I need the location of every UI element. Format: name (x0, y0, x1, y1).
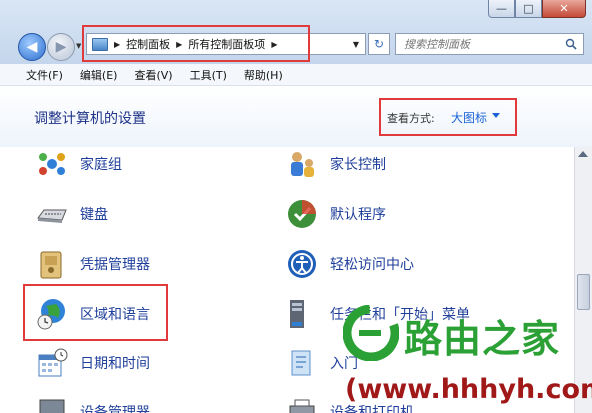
menu-tools[interactable]: 工具(T) (190, 67, 227, 83)
item-label[interactable]: 键盘 (80, 204, 108, 224)
search-box[interactable] (395, 33, 584, 55)
view-by-label: 查看方式: (387, 112, 435, 125)
menu-help[interactable]: 帮助(H) (244, 67, 283, 83)
address-bar[interactable]: ▶ 控制面板 ▶ 所有控制面板项 ▶ ▼ (86, 33, 366, 55)
view-by-dropdown[interactable]: 大图标 (451, 109, 487, 126)
watermark-url: (www.hhhyh.com) (345, 374, 592, 405)
watermark-logo-icon (343, 305, 399, 361)
item-parental-controls[interactable]: 家长控制 (286, 148, 386, 180)
breadcrumb-all-items[interactable]: 所有控制面板项 (188, 36, 265, 52)
item-label[interactable]: 家庭组 (80, 154, 122, 174)
window-chrome: — □ ✕ ◀ ▶ ▼ ▶ 控制面板 ▶ 所有控制面板项 ▶ ▼ ↻ (0, 0, 592, 64)
close-button[interactable]: ✕ (542, 0, 586, 18)
menu-view[interactable]: 查看(V) (134, 67, 172, 83)
region-highlight-box (23, 284, 168, 341)
ease-of-access-icon (288, 250, 316, 278)
taskbar-icon (290, 300, 304, 328)
item-label[interactable]: 日期和时间 (80, 353, 150, 373)
breadcrumb-chevron-icon[interactable]: ▶ (114, 40, 120, 49)
item-label[interactable]: 家长控制 (330, 154, 386, 174)
breadcrumb-control-panel[interactable]: 控制面板 (126, 36, 170, 52)
forward-arrow-icon: ▶ (55, 39, 67, 55)
getting-started-icon (291, 350, 311, 376)
item-label[interactable]: 默认程序 (330, 204, 386, 224)
back-button[interactable]: ◀ (18, 33, 46, 61)
view-by-caret-icon[interactable] (492, 113, 500, 118)
menu-bar: 文件(F) 编辑(E) 查看(V) 工具(T) 帮助(H) (0, 64, 592, 86)
window-controls: — □ ✕ (488, 0, 586, 18)
devices-printers-icon (289, 399, 315, 413)
breadcrumb-chevron-icon[interactable]: ▶ (271, 40, 277, 49)
homegroup-icon (39, 153, 65, 175)
default-programs-icon (288, 200, 316, 228)
item-credential-manager[interactable]: 凭据管理器 (36, 248, 150, 280)
back-arrow-icon: ◀ (26, 39, 38, 55)
item-device-manager[interactable]: 设备管理器 (36, 396, 150, 413)
history-dropdown-icon[interactable]: ▼ (76, 42, 81, 50)
credential-manager-icon (40, 251, 62, 279)
menu-edit[interactable]: 编辑(E) (80, 67, 118, 83)
scroll-up-icon[interactable] (578, 151, 588, 157)
minimize-button[interactable]: — (488, 0, 515, 18)
parental-controls-icon (291, 152, 314, 177)
date-time-icon (38, 348, 68, 377)
item-label[interactable]: 凭据管理器 (80, 254, 150, 274)
device-manager-icon (39, 399, 65, 413)
control-panel-icon (92, 37, 108, 51)
search-input[interactable] (404, 37, 564, 51)
maximize-button[interactable]: □ (515, 0, 542, 18)
item-ease-of-access[interactable]: 轻松访问中心 (286, 248, 414, 280)
keyboard-icon (37, 209, 67, 223)
refresh-icon: ↻ (373, 37, 385, 51)
item-label[interactable]: 轻松访问中心 (330, 254, 414, 274)
item-default-programs[interactable]: 默认程序 (286, 198, 386, 230)
refresh-button[interactable]: ↻ (368, 33, 390, 55)
menu-file[interactable]: 文件(F) (26, 67, 63, 83)
watermark-brand: 路由之家 (404, 316, 561, 361)
address-dropdown-icon[interactable]: ▼ (353, 40, 359, 49)
search-icon[interactable] (565, 38, 577, 50)
item-date-time[interactable]: 日期和时间 (36, 347, 150, 379)
item-homegroup[interactable]: 家庭组 (36, 148, 122, 180)
scroll-thumb[interactable] (577, 274, 590, 310)
page-title: 调整计算机的设置 (34, 111, 146, 127)
item-keyboard[interactable]: 键盘 (36, 198, 108, 230)
item-label[interactable]: 设备管理器 (80, 402, 150, 413)
breadcrumb-chevron-icon[interactable]: ▶ (176, 40, 182, 49)
forward-button[interactable]: ▶ (47, 33, 75, 61)
